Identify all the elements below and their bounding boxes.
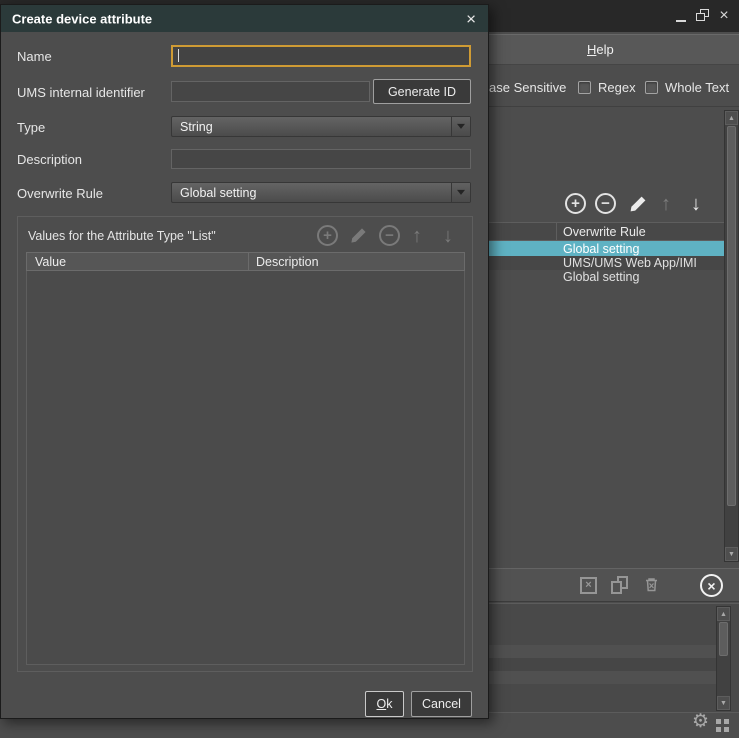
clear-selection-icon: × <box>580 577 597 594</box>
name-label: Name <box>17 49 52 64</box>
type-select-value: String <box>180 120 213 134</box>
dialog-titlebar[interactable]: Create device attribute × <box>1 5 488 32</box>
name-input[interactable] <box>171 45 471 67</box>
regex-checkbox[interactable] <box>645 81 658 94</box>
copy-icon <box>611 576 630 595</box>
grid-dot <box>716 719 721 724</box>
attribute-list-header: Overwrite Rule <box>489 222 724 241</box>
add-value-icon: + <box>317 225 338 246</box>
description-input[interactable] <box>171 149 471 169</box>
overwrite-rule-select[interactable]: Global setting <box>171 182 471 203</box>
values-table-header: Value Description <box>26 252 465 271</box>
scrollbar-thumb[interactable] <box>719 622 728 656</box>
main-scrollbar[interactable]: ▲ ▼ <box>724 110 739 562</box>
screen: × Help ase Sensitive Regex Whole Text + … <box>0 0 739 738</box>
minimize-icon <box>676 20 686 22</box>
regex-label: Regex <box>598 80 636 95</box>
cancel-button-label: Cancel <box>422 697 461 711</box>
scroll-up-button[interactable]: ▲ <box>725 111 738 125</box>
pencil-icon <box>628 194 648 214</box>
attribute-row[interactable]: UMS/UMS Web App/IMI <box>489 256 724 270</box>
move-value-up-icon: ↑ <box>412 226 422 246</box>
row-overwrite-rule: Global setting <box>563 270 639 284</box>
header-divider <box>248 253 249 270</box>
attribute-row-selected[interactable]: Global setting <box>489 241 724 256</box>
remove-attribute-button[interactable]: − <box>595 193 616 214</box>
type-select[interactable]: String <box>171 116 471 137</box>
case-sensitive-checkbox[interactable] <box>578 81 591 94</box>
ok-button[interactable]: Ok <box>365 691 404 717</box>
value-column-header[interactable]: Value <box>35 255 66 269</box>
chevron-down-icon[interactable] <box>451 117 470 136</box>
overwrite-rule-label: Overwrite Rule <box>17 186 103 201</box>
maximize-button[interactable] <box>694 8 712 24</box>
settings-gear-icon[interactable]: ⚙ <box>692 712 709 731</box>
caret-down-icon: ▼ <box>720 700 727 707</box>
remove-value-icon: − <box>379 225 400 246</box>
chevron-down-icon[interactable] <box>451 183 470 202</box>
grid-dot <box>724 727 729 732</box>
cancel-button[interactable]: Cancel <box>411 691 472 717</box>
scroll-up-button[interactable]: ▲ <box>717 607 730 621</box>
lower-scrollbar[interactable]: ▲ ▼ <box>716 606 731 711</box>
add-attribute-button[interactable]: + <box>565 193 586 214</box>
lower-panel-row <box>488 671 716 684</box>
help-button[interactable]: Help <box>587 42 614 57</box>
ums-id-input[interactable] <box>171 81 370 102</box>
ok-button-label: Ok <box>377 697 393 711</box>
description-label: Description <box>17 152 82 167</box>
window-close-button[interactable]: × <box>714 6 734 26</box>
overwrite-rule-select-value: Global setting <box>180 186 256 200</box>
scrollbar-thumb[interactable] <box>727 126 736 506</box>
dialog-title: Create device attribute <box>12 11 152 26</box>
column-divider <box>556 223 557 240</box>
caret-up-icon: ▲ <box>720 611 727 618</box>
generate-id-button[interactable]: Generate ID <box>373 79 471 104</box>
dots-grid-icon[interactable] <box>716 719 729 732</box>
text-caret <box>178 49 179 62</box>
copy-icon-front <box>611 581 622 594</box>
values-table-body[interactable] <box>26 271 465 665</box>
dialog-close-button[interactable]: × <box>466 10 476 27</box>
scroll-down-button[interactable]: ▼ <box>725 547 738 561</box>
row-overwrite-rule: UMS/UMS Web App/IMI <box>563 256 697 270</box>
restore-icon-front <box>696 13 705 21</box>
circled-close-button[interactable]: × <box>700 574 723 597</box>
create-device-attribute-dialog: Create device attribute × Name UMS inter… <box>0 4 489 719</box>
move-up-button: ↑ <box>661 194 671 214</box>
trash-icon <box>643 576 660 593</box>
panel-separator <box>488 106 739 107</box>
description-column-header[interactable]: Description <box>256 255 319 269</box>
move-value-down-icon: ↓ <box>443 226 453 246</box>
attribute-row[interactable]: Global setting <box>489 270 724 284</box>
overwrite-rule-column-header[interactable]: Overwrite Rule <box>563 225 646 239</box>
whole-text-label: Whole Text <box>665 80 729 95</box>
values-group-title: Values for the Attribute Type "List" <box>28 229 216 243</box>
lower-panel-row <box>488 645 716 658</box>
values-groupbox: Values for the Attribute Type "List" + −… <box>17 216 473 672</box>
pencil-icon <box>349 226 368 245</box>
minimize-button[interactable] <box>672 8 690 24</box>
lower-panel-row <box>488 658 716 671</box>
caret-down-icon: ▼ <box>728 551 735 558</box>
move-down-button[interactable]: ↓ <box>691 194 701 214</box>
case-sensitive-label: ase Sensitive <box>489 80 566 95</box>
edit-attribute-button[interactable] <box>628 194 648 214</box>
grid-dot <box>724 719 729 724</box>
scroll-down-button[interactable]: ▼ <box>717 696 730 710</box>
caret-up-icon: ▲ <box>728 115 735 122</box>
type-label: Type <box>17 120 45 135</box>
ums-id-label: UMS internal identifier <box>17 85 145 100</box>
row-overwrite-rule: Global setting <box>563 242 639 256</box>
grid-dot <box>716 727 721 732</box>
edit-value-icon <box>349 226 368 245</box>
